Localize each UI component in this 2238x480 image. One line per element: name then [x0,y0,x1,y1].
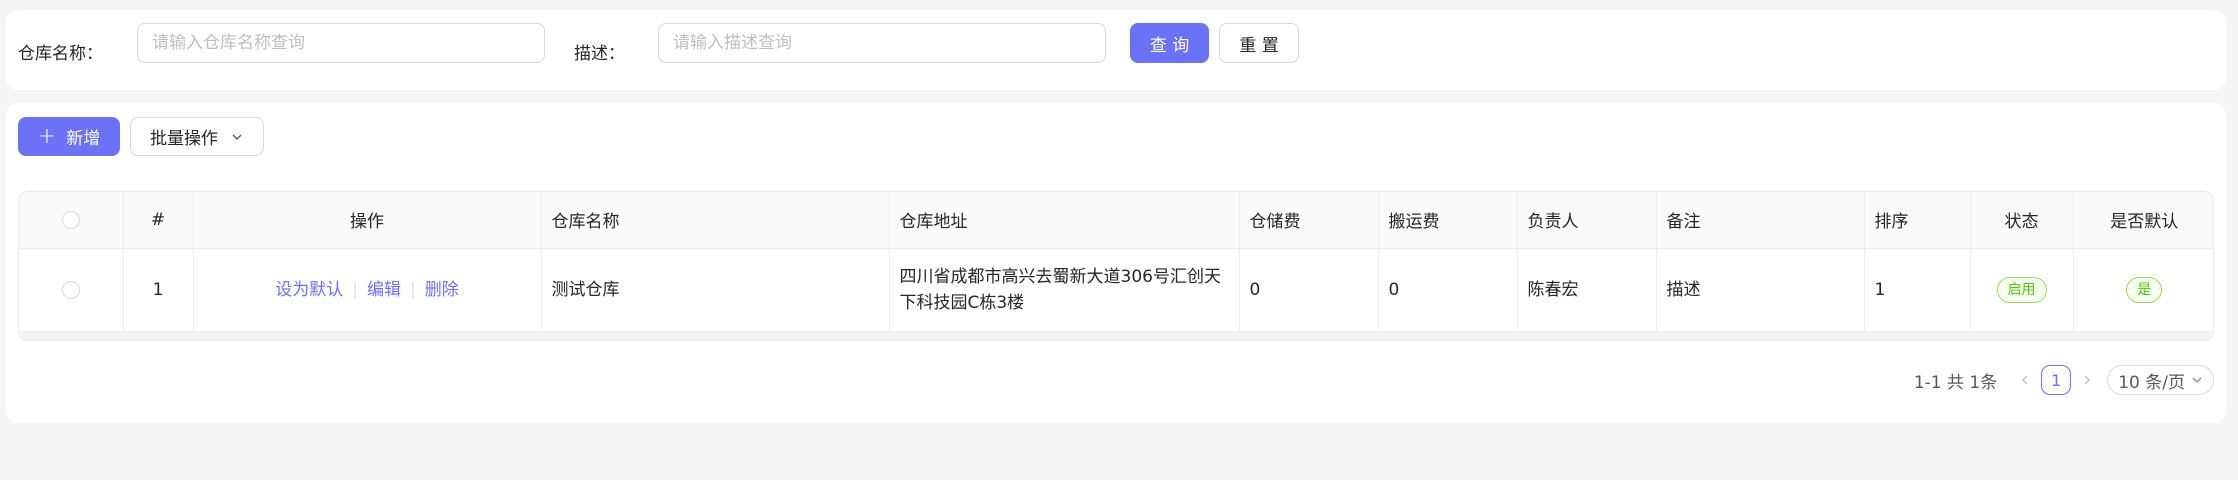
reset-button-label: 重 置 [1239,35,1279,56]
column-header-warehouse-address[interactable]: 仓库地址 [889,192,1240,249]
cell-sort: 1 [1864,248,1971,332]
add-button[interactable]: + 新增 [18,117,120,156]
query-button[interactable]: 查 询 [1130,23,1209,63]
column-header-warehouse-name[interactable]: 仓库名称 [541,192,890,249]
cell-warehouse-address: 四川省成都市高兴去蜀新大道306号汇创天下科技园C栋3楼 [889,248,1240,332]
pagination: 1-1 共 1条 1 10 条/页 [1914,365,2214,395]
default-badge: 是 [2126,277,2163,303]
batch-actions-label: 批量操作 [150,129,218,149]
select-all-checkbox[interactable] [61,210,80,229]
divider: | [352,279,358,300]
edit-link[interactable]: 编辑 [367,280,401,300]
warehouse-list-panel: + 新增 批量操作 # 操作 仓库名称 仓库地址 仓储费 搬运费 负责人 备注 … [6,103,2226,423]
query-button-label: 查 询 [1149,35,1190,56]
description-input[interactable] [658,23,1106,63]
status-badge: 启用 [1996,277,2047,303]
page-number-button[interactable]: 1 [2041,365,2072,395]
select-all-cell [19,192,124,249]
column-header-remark[interactable]: 备注 [1656,192,1865,249]
cell-handling-fee: 0 [1378,248,1518,332]
next-page-icon[interactable] [2077,370,2097,390]
batch-actions-dropdown[interactable]: 批量操作 [130,117,264,156]
search-panel: 仓库名称： 描述： 查 询 重 置 [6,10,2226,90]
cell-manager: 陈春宏 [1517,248,1657,332]
table-row: 1 设为默认 | 编辑 | 删除 测试仓库 四川省成都市高兴去蜀新大道306号汇创天下科… [19,248,2213,332]
page-size-label: 10 条/页 [2118,372,2185,393]
plus-icon: + [37,123,57,149]
add-button-label: 新增 [66,129,101,149]
column-header-is-default[interactable]: 是否默认 [2073,192,2213,249]
row-select-checkbox[interactable] [61,280,80,299]
column-header-storage-fee[interactable]: 仓储费 [1239,192,1379,249]
prev-page-icon[interactable] [2015,370,2035,390]
set-default-link[interactable]: 设为默认 [275,280,343,300]
table-header-row: # 操作 仓库名称 仓库地址 仓储费 搬运费 负责人 备注 排序 状态 是否默认 [19,192,2213,249]
row-index: 1 [123,248,194,332]
column-header-manager[interactable]: 负责人 [1517,192,1657,249]
column-header-index: # [123,192,194,249]
cell-is-default: 是 [2073,248,2213,332]
column-header-handling-fee[interactable]: 搬运费 [1378,192,1518,249]
row-actions: 设为默认 | 编辑 | 删除 [193,248,542,332]
warehouse-table: # 操作 仓库名称 仓库地址 仓储费 搬运费 负责人 备注 排序 状态 是否默认 [18,191,2214,341]
warehouse-name-label: 仓库名称： [18,44,103,64]
page-size-select[interactable]: 10 条/页 [2107,365,2214,395]
divider: | [410,279,416,300]
chevron-down-icon [2192,377,2202,383]
chevron-down-icon [232,134,242,140]
delete-link[interactable]: 删除 [425,280,459,300]
cell-remark: 描述 [1656,248,1865,332]
warehouse-name-input[interactable] [137,23,545,63]
row-select-cell [19,248,124,332]
cell-status: 启用 [1970,248,2074,332]
reset-button[interactable]: 重 置 [1219,23,1299,63]
horizontal-scrollbar[interactable] [19,331,2213,340]
column-header-actions: 操作 [193,192,542,249]
column-header-status[interactable]: 状态 [1970,192,2074,249]
pagination-total: 1-1 共 1条 [1913,372,1998,393]
cell-warehouse-name: 测试仓库 [541,248,890,332]
column-header-sort[interactable]: 排序 [1864,192,1971,249]
description-label: 描述： [574,44,625,64]
cell-storage-fee: 0 [1239,248,1379,332]
